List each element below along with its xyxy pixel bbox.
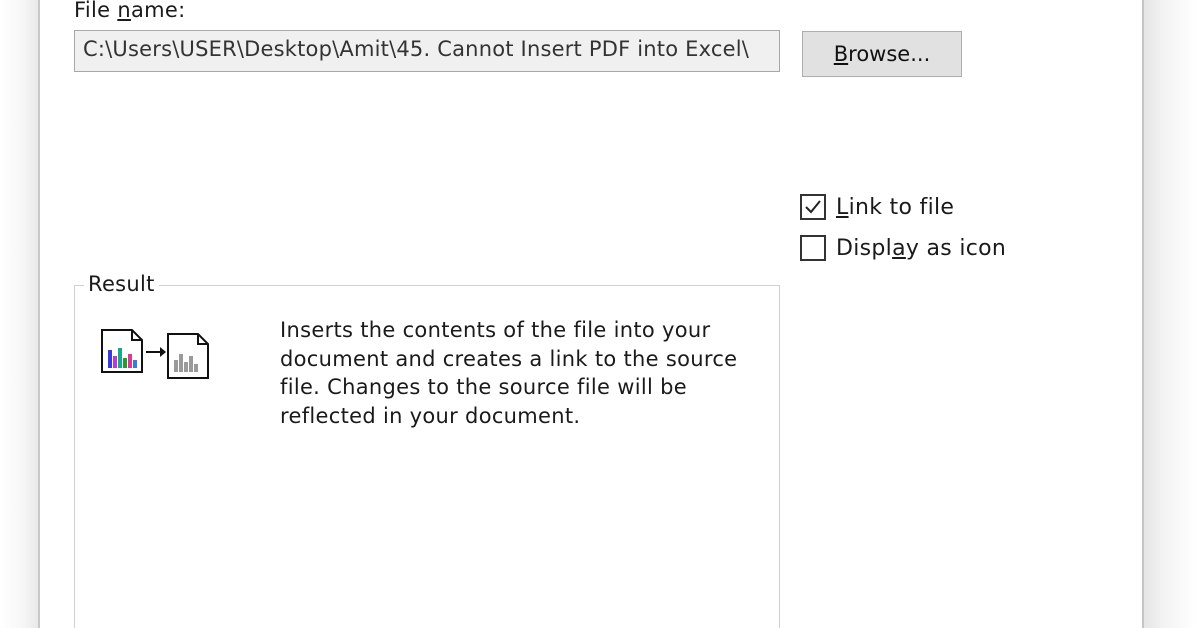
label-text: ink to file [848,194,955,220]
accelerator-key: L [836,194,849,220]
accelerator-key: B [833,42,849,66]
browse-button[interactable]: Browse... [802,31,962,77]
label-text: Displ [836,235,893,261]
background-window-edge-right [1142,0,1196,628]
button-label: rowse... [848,42,931,66]
linked-file-icon [100,328,212,386]
accelerator-key: n [117,0,131,22]
display-as-icon-checkbox[interactable] [800,235,826,261]
label-text: ame: [130,0,186,22]
display-as-icon-option[interactable]: Display as icon [800,233,1006,263]
result-description: Inserts the contents of the file into yo… [280,318,738,428]
display-as-icon-label: Display as icon [836,236,1006,261]
file-name-label: File name: [74,0,185,22]
accelerator-key: a [892,235,906,261]
screenshot-frame: File name: C:\Users\USER\Desktop\Amit\45… [0,0,1196,628]
link-to-file-label: Link to file [836,195,954,220]
background-window-edge-left [0,0,40,628]
link-to-file-checkbox[interactable] [800,194,826,220]
result-group-title: Result [84,272,159,296]
file-name-value: C:\Users\USER\Desktop\Amit\45. Cannot In… [83,37,750,61]
insert-object-dialog: File name: C:\Users\USER\Desktop\Amit\45… [42,0,1142,628]
label-text: File [74,0,118,22]
label-text: y as icon [905,235,1007,261]
link-to-file-option[interactable]: Link to file [800,192,954,222]
file-name-input[interactable]: C:\Users\USER\Desktop\Amit\45. Cannot In… [74,30,780,72]
checkmark-icon [805,200,821,214]
